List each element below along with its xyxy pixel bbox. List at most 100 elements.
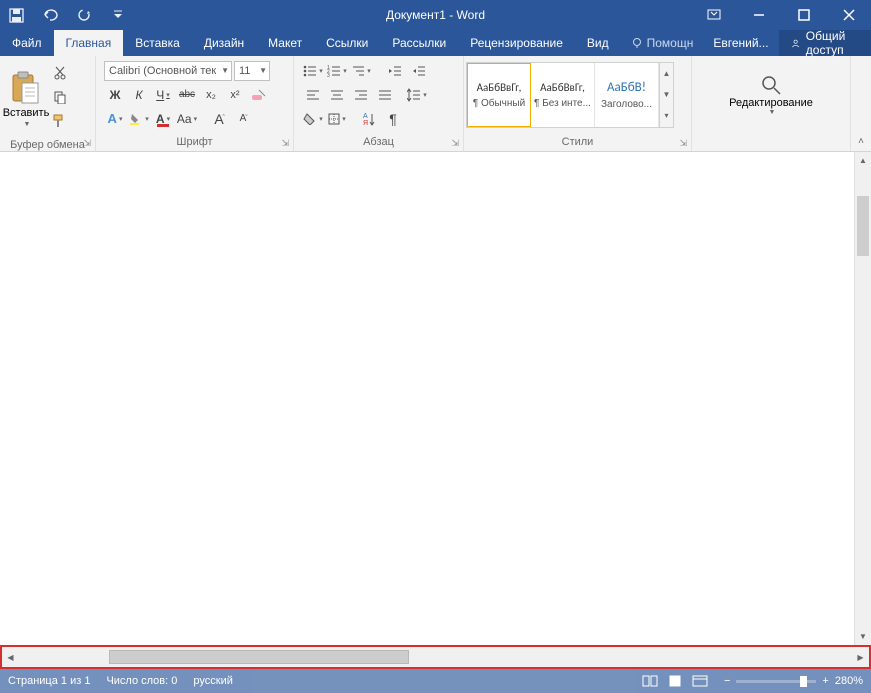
borders-icon[interactable]: ▾ [326, 109, 348, 129]
help-hint-label: Помощн [647, 36, 694, 50]
editing-dropdown[interactable]: Редактирование ▼ [721, 67, 821, 122]
print-layout-icon[interactable] [668, 675, 682, 687]
editing-label: Редактирование [729, 97, 813, 109]
shrink-font-button[interactable]: Ǎ [232, 109, 254, 129]
collapse-ribbon-icon[interactable]: ˄ [851, 56, 871, 151]
quick-access-toolbar [8, 7, 126, 23]
style-normal[interactable]: АаБбВвГг, ¶ Обычный [467, 63, 531, 127]
clipboard-launcher-icon[interactable]: ⇲ [83, 138, 91, 149]
highlight-icon[interactable]: ▾ [128, 109, 150, 129]
share-label: Общий доступ [806, 29, 859, 57]
ribbon: Вставить ▼ Буфер обмена⇲ Calibri (Основн… [0, 56, 871, 152]
language-indicator[interactable]: русский [193, 675, 232, 687]
style-heading1[interactable]: АаБбВ! Заголово... [595, 63, 659, 127]
zoom-level[interactable]: 280% [835, 675, 863, 687]
tab-home[interactable]: Главная [54, 30, 124, 56]
scroll-right-icon[interactable]: ▶ [852, 647, 869, 667]
shading-icon[interactable]: ▾ [302, 109, 324, 129]
underline-button[interactable]: Ч▾ [152, 85, 174, 105]
font-name-combo[interactable]: Calibri (Основной тек▼ [104, 61, 232, 81]
superscript-button[interactable]: x² [224, 85, 246, 105]
bold-button[interactable]: Ж [104, 85, 126, 105]
user-account[interactable]: Евгений... [703, 30, 778, 56]
bullets-icon[interactable]: ▾ [302, 61, 324, 81]
tab-mailings[interactable]: Рассылки [380, 30, 458, 56]
multilevel-list-icon[interactable]: ▾ [350, 61, 372, 81]
change-case-button[interactable]: Aa▾ [176, 109, 198, 129]
gallery-scroll-down-icon[interactable]: ▼ [660, 84, 673, 105]
font-color-icon[interactable]: A▾ [152, 109, 174, 129]
page-indicator[interactable]: Страница 1 из 1 [8, 675, 90, 687]
gallery-scroll-up-icon[interactable]: ▲ [660, 63, 673, 84]
group-clipboard: Вставить ▼ Буфер обмена⇲ [0, 56, 96, 151]
undo-icon[interactable] [42, 7, 58, 23]
clipboard-paste-icon [10, 71, 42, 105]
align-right-icon[interactable] [350, 85, 372, 105]
italic-button[interactable]: К [128, 85, 150, 105]
increase-indent-icon[interactable] [408, 61, 430, 81]
tell-me-search[interactable]: Помощн [621, 30, 704, 56]
subscript-button[interactable]: x₂ [200, 85, 222, 105]
numbering-icon[interactable]: 123▾ [326, 61, 348, 81]
zoom-controls: − + 280% [724, 675, 863, 687]
show-hide-pilcrow-icon[interactable]: ¶ [382, 109, 404, 129]
line-spacing-icon[interactable]: ▾ [406, 85, 428, 105]
styles-group-label: Стили [562, 136, 594, 148]
horizontal-scrollbar[interactable]: ◀ ▶ [0, 645, 871, 669]
align-center-icon[interactable] [326, 85, 348, 105]
paragraph-launcher-icon[interactable]: ⇲ [451, 138, 459, 149]
strikethrough-button[interactable]: abc [176, 85, 198, 105]
save-icon[interactable] [8, 7, 24, 23]
text-effects-icon[interactable]: A▾ [104, 109, 126, 129]
ribbon-tabstrip: Файл Главная Вставка Дизайн Макет Ссылки… [0, 30, 871, 56]
scroll-left-icon[interactable]: ◀ [2, 647, 19, 667]
vertical-scrollbar[interactable]: ▲ ▼ [854, 152, 871, 645]
tab-view[interactable]: Вид [575, 30, 621, 56]
format-painter-icon[interactable] [50, 112, 70, 130]
svg-text:A: A [363, 113, 368, 120]
tab-layout[interactable]: Макет [256, 30, 314, 56]
close-icon[interactable] [826, 0, 871, 30]
justify-icon[interactable] [374, 85, 396, 105]
tab-file[interactable]: Файл [0, 30, 54, 56]
zoom-out-icon[interactable]: − [724, 675, 730, 687]
web-layout-icon[interactable] [692, 675, 708, 687]
styles-launcher-icon[interactable]: ⇲ [679, 138, 687, 149]
style-no-spacing[interactable]: АаБбВвГг, ¶ Без инте... [531, 63, 595, 127]
hscroll-track[interactable] [19, 650, 852, 664]
cut-icon[interactable] [50, 64, 70, 82]
share-button[interactable]: Общий доступ [779, 30, 871, 56]
document-area[interactable]: ▲ ▼ [0, 152, 871, 645]
clear-formatting-icon[interactable] [248, 85, 270, 105]
clipboard-label: Буфер обмена [10, 139, 85, 151]
grow-font-button[interactable]: Â [208, 109, 230, 129]
sort-icon[interactable]: AЯ [358, 109, 380, 129]
font-size-combo[interactable]: 11▼ [234, 61, 270, 81]
word-count[interactable]: Число слов: 0 [106, 675, 177, 687]
redo-icon[interactable] [76, 7, 92, 23]
tab-design[interactable]: Дизайн [192, 30, 256, 56]
scroll-up-icon[interactable]: ▲ [855, 152, 871, 169]
paste-button[interactable]: Вставить ▼ [4, 67, 48, 128]
paragraph-group-label: Абзац [363, 136, 394, 148]
zoom-slider[interactable] [736, 680, 816, 683]
minimize-icon[interactable] [736, 0, 781, 30]
tab-insert[interactable]: Вставка [123, 30, 192, 56]
tab-references[interactable]: Ссылки [314, 30, 380, 56]
read-mode-icon[interactable] [642, 675, 658, 687]
font-launcher-icon[interactable]: ⇲ [281, 138, 289, 149]
ribbon-options-icon[interactable] [691, 0, 736, 30]
svg-text:Я: Я [363, 120, 368, 126]
qat-more-icon[interactable] [110, 7, 126, 23]
zoom-in-icon[interactable]: + [822, 675, 828, 687]
tab-review[interactable]: Рецензирование [458, 30, 575, 56]
decrease-indent-icon[interactable] [384, 61, 406, 81]
maximize-icon[interactable] [781, 0, 826, 30]
align-left-icon[interactable] [302, 85, 324, 105]
copy-icon[interactable] [50, 88, 70, 106]
scroll-down-icon[interactable]: ▼ [855, 628, 871, 645]
gallery-expand-icon[interactable]: ▾ [660, 105, 673, 126]
vscroll-thumb[interactable] [857, 196, 869, 256]
hscroll-thumb[interactable] [109, 650, 409, 664]
group-font: Calibri (Основной тек▼ 11▼ Ж К Ч▾ abc x₂… [96, 56, 294, 151]
